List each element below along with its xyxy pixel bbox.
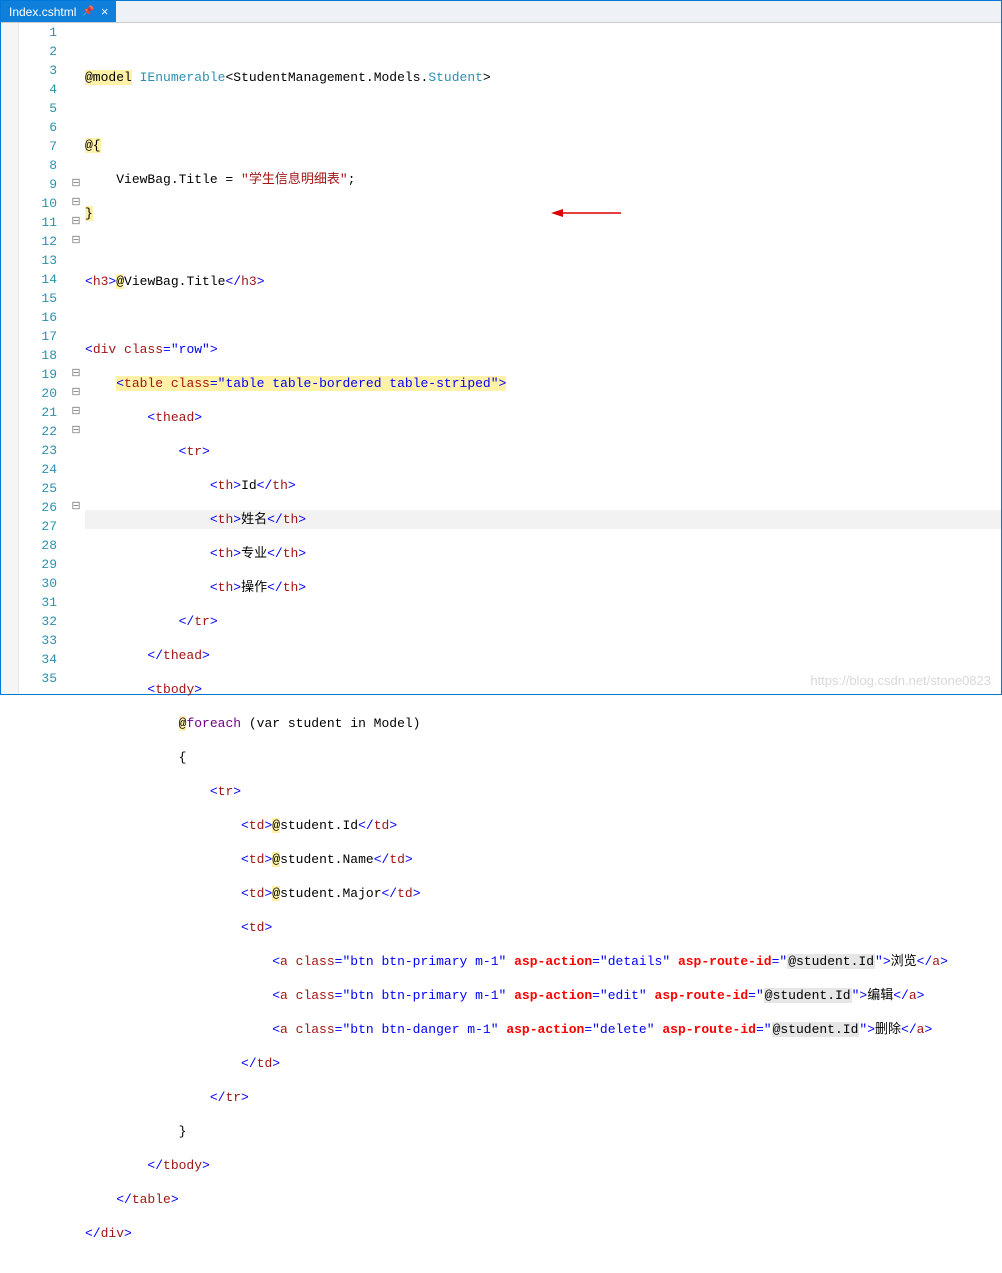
- code-line: <td>@student.Name</td>: [85, 850, 1001, 869]
- line-number: 26: [19, 498, 57, 517]
- code-line: <td>@student.Major</td>: [85, 884, 1001, 903]
- line-number: 16: [19, 308, 57, 327]
- code-line: </table>: [85, 1190, 1001, 1209]
- code-line: </div>: [85, 1224, 1001, 1243]
- code-line: <h3>@ViewBag.Title</h3>: [85, 272, 1001, 291]
- line-number: 7: [19, 137, 57, 156]
- tab-label: Index.cshtml: [9, 5, 76, 19]
- code-line: </tr>: [85, 1088, 1001, 1107]
- line-number: 2: [19, 42, 57, 61]
- code-line: [85, 306, 1001, 325]
- line-number: 20: [19, 384, 57, 403]
- fold-toggle[interactable]: ⊟: [67, 232, 85, 251]
- line-number: 1: [19, 23, 57, 42]
- code-line: @{: [85, 136, 1001, 155]
- line-number: 27: [19, 517, 57, 536]
- fold-toggle[interactable]: ⊟: [67, 422, 85, 441]
- code-line: <td>: [85, 918, 1001, 937]
- code-line: ViewBag.Title = "学生信息明细表";: [85, 170, 1001, 189]
- line-number: 6: [19, 118, 57, 137]
- code-line: <th>Id</th>: [85, 476, 1001, 495]
- line-number: 19: [19, 365, 57, 384]
- line-number: 30: [19, 574, 57, 593]
- code-line: @foreach (var student in Model): [85, 714, 1001, 733]
- tab-bar: Index.cshtml 📌 ×: [1, 1, 1001, 23]
- line-number: 13: [19, 251, 57, 270]
- code-line: <tr>: [85, 782, 1001, 801]
- code-editor[interactable]: 1 2 3 4 5 6 7 8 9 10 11 12 13 14 15 16 1…: [1, 23, 1001, 694]
- code-line: <th>姓名</th>: [85, 510, 1001, 529]
- code-line: <tbody>: [85, 680, 1001, 699]
- code-line: <div class="row">: [85, 340, 1001, 359]
- line-number: 3: [19, 61, 57, 80]
- fold-toggle[interactable]: ⊟: [67, 384, 85, 403]
- code-line: </tbody>: [85, 1156, 1001, 1175]
- fold-gutter: ⊟ ⊟ ⊟ ⊟ ⊟ ⊟ ⊟ ⊟ ⊟: [67, 23, 85, 694]
- line-number: 8: [19, 156, 57, 175]
- line-number: 33: [19, 631, 57, 650]
- pin-icon[interactable]: 📌: [82, 6, 94, 17]
- code-line: <tr>: [85, 442, 1001, 461]
- line-number: 14: [19, 270, 57, 289]
- fold-toggle[interactable]: ⊟: [67, 175, 85, 194]
- code-line: </tr>: [85, 612, 1001, 631]
- code-line: <a class="btn btn-danger m-1" asp-action…: [85, 1020, 1001, 1039]
- line-number: 29: [19, 555, 57, 574]
- fold-toggle[interactable]: ⊟: [67, 403, 85, 422]
- line-number: 32: [19, 612, 57, 631]
- close-icon[interactable]: ×: [101, 4, 109, 19]
- code-line: }: [85, 1122, 1001, 1141]
- line-number: 24: [19, 460, 57, 479]
- line-number: 10: [19, 194, 57, 213]
- fold-toggle[interactable]: ⊟: [67, 194, 85, 213]
- line-number: 11: [19, 213, 57, 232]
- indicator-margin: [1, 23, 19, 694]
- line-number: 15: [19, 289, 57, 308]
- code-line: </thead>: [85, 646, 1001, 665]
- line-number: 5: [19, 99, 57, 118]
- code-line: [85, 102, 1001, 121]
- line-number: 9: [19, 175, 57, 194]
- code-line: @model IEnumerable<StudentManagement.Mod…: [85, 68, 1001, 87]
- line-number: 4: [19, 80, 57, 99]
- line-number: 31: [19, 593, 57, 612]
- code-line: </td>: [85, 1054, 1001, 1073]
- line-number: 35: [19, 669, 57, 688]
- line-number: 21: [19, 403, 57, 422]
- fold-toggle[interactable]: ⊟: [67, 365, 85, 384]
- line-number: 22: [19, 422, 57, 441]
- line-number: 12: [19, 232, 57, 251]
- code-line: }: [85, 204, 1001, 223]
- code-line: <th>专业</th>: [85, 544, 1001, 563]
- line-number: 17: [19, 327, 57, 346]
- code-line: {: [85, 748, 1001, 767]
- code-line: <a class="btn btn-primary m-1" asp-actio…: [85, 952, 1001, 971]
- code-line: <table class="table table-bordered table…: [85, 374, 1001, 393]
- code-line: <th>操作</th>: [85, 578, 1001, 597]
- code-line: <a class="btn btn-primary m-1" asp-actio…: [85, 986, 1001, 1005]
- file-tab-index-cshtml[interactable]: Index.cshtml 📌 ×: [1, 1, 116, 22]
- code-line: [85, 238, 1001, 257]
- fold-toggle[interactable]: ⊟: [67, 213, 85, 232]
- line-number-gutter: 1 2 3 4 5 6 7 8 9 10 11 12 13 14 15 16 1…: [19, 23, 67, 694]
- code-line: <thead>: [85, 408, 1001, 427]
- line-number: 23: [19, 441, 57, 460]
- line-number: 34: [19, 650, 57, 669]
- line-number: 18: [19, 346, 57, 365]
- code-area[interactable]: @model IEnumerable<StudentManagement.Mod…: [85, 23, 1001, 694]
- line-number: 25: [19, 479, 57, 498]
- code-line: <td>@student.Id</td>: [85, 816, 1001, 835]
- line-number: 28: [19, 536, 57, 555]
- fold-toggle[interactable]: ⊟: [67, 498, 85, 517]
